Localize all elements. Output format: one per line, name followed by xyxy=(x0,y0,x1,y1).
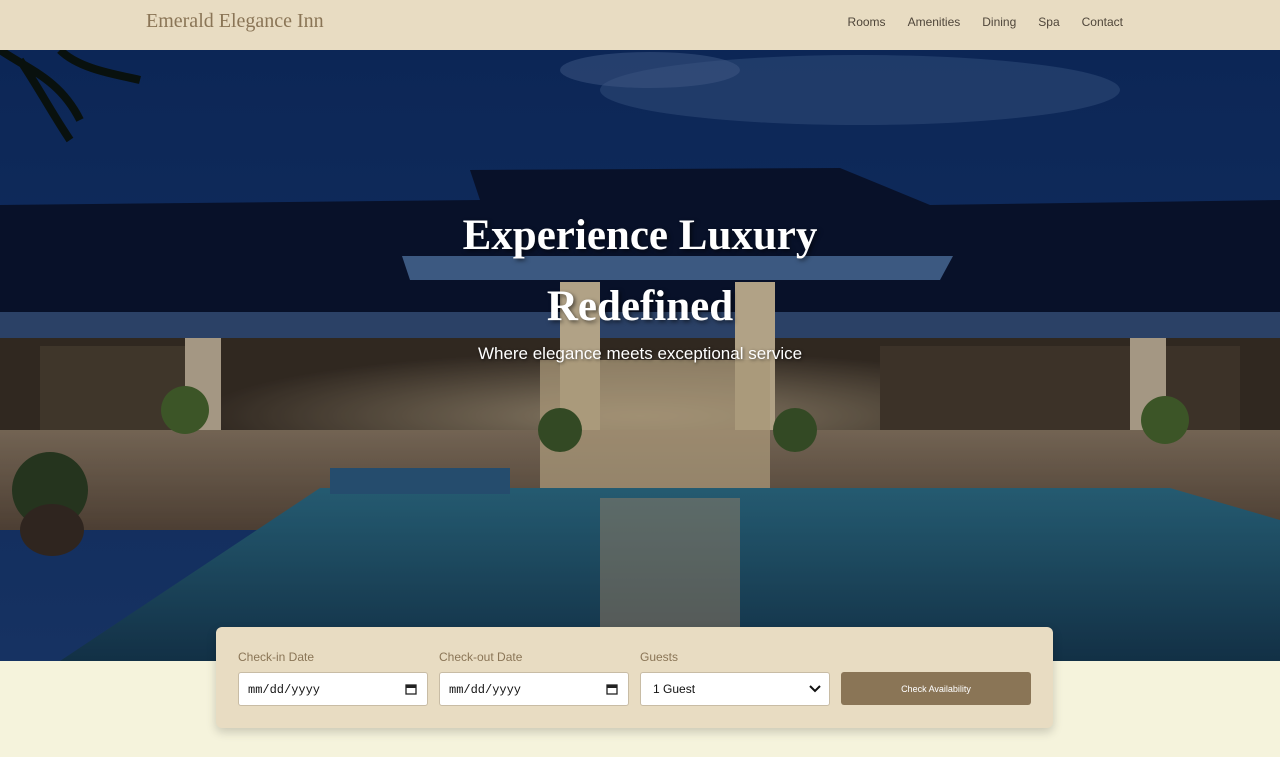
guests-value: 1 Guest xyxy=(653,682,696,696)
chevron-down-icon xyxy=(809,685,821,693)
checkout-value: mm/dd/yyyy xyxy=(449,683,522,697)
hero-title-line2: Redefined xyxy=(546,283,734,330)
guests-select[interactable]: 1 Guest xyxy=(640,672,830,706)
calendar-icon[interactable] xyxy=(405,683,417,695)
booking-form: Check-in Date mm/dd/yyyy Check-out Date … xyxy=(216,627,1053,728)
guests-label: Guests xyxy=(640,650,679,664)
checkout-label: Check-out Date xyxy=(439,650,523,664)
checkin-value: mm/dd/yyyy xyxy=(248,683,321,697)
checkout-input[interactable]: mm/dd/yyyy xyxy=(439,672,629,706)
check-availability-button[interactable]: Check Availability xyxy=(841,672,1031,705)
calendar-icon[interactable] xyxy=(606,683,618,695)
nav-dining[interactable]: Dining xyxy=(982,15,1016,29)
hero-subtitle: Where elegance meets exceptional service xyxy=(477,344,803,363)
nav-rooms[interactable]: Rooms xyxy=(848,15,886,29)
checkin-field: Check-in Date mm/dd/yyyy xyxy=(238,650,428,706)
hero-title: Experience Luxury Redefined xyxy=(340,200,940,342)
main-nav: Rooms Amenities Dining Spa Contact xyxy=(848,15,1123,29)
nav-spa[interactable]: Spa xyxy=(1038,15,1059,29)
nav-amenities[interactable]: Amenities xyxy=(908,15,961,29)
brand-logo[interactable]: Emerald Elegance Inn xyxy=(146,10,324,33)
checkin-input[interactable]: mm/dd/yyyy xyxy=(238,672,428,706)
hero-title-line1: Experience Luxury xyxy=(462,212,818,259)
checkout-field: Check-out Date mm/dd/yyyy xyxy=(439,650,629,706)
navbar: Emerald Elegance Inn Rooms Amenities Din… xyxy=(0,0,1280,50)
checkin-label: Check-in Date xyxy=(238,650,315,664)
guests-field: Guests 1 Guest xyxy=(640,650,830,706)
nav-contact[interactable]: Contact xyxy=(1082,15,1123,29)
hero-section: Experience Luxury Redefined Where elegan… xyxy=(0,50,1280,661)
